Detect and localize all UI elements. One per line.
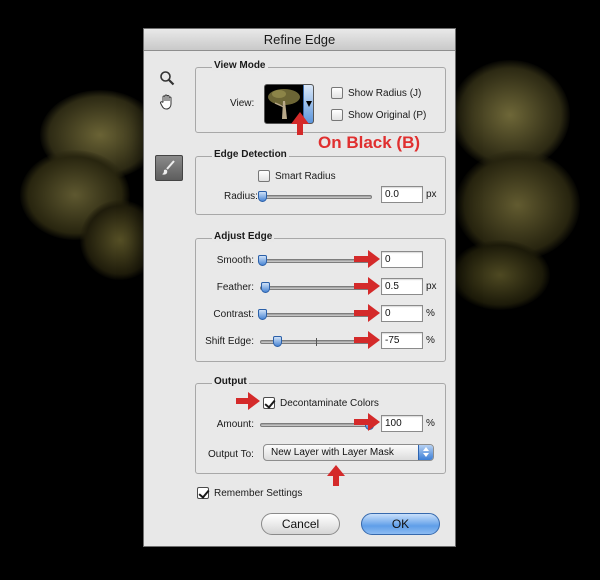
shift-edge-slider[interactable] [260, 336, 372, 347]
contrast-slider[interactable] [258, 309, 372, 320]
output-to-value: New Layer with Layer Mask [271, 447, 394, 458]
shift-edge-slider-handle[interactable] [273, 336, 282, 347]
feather-unit: px [426, 281, 437, 292]
smooth-slider-handle[interactable] [258, 255, 267, 266]
contrast-slider-handle[interactable] [258, 309, 267, 320]
amount-unit: % [426, 418, 435, 429]
tree-thumbnail-icon [268, 89, 300, 119]
on-black-annotation: On Black (B) [318, 133, 421, 152]
show-radius-checkbox[interactable] [331, 87, 343, 99]
preview-dropdown-arrow[interactable] [303, 85, 313, 123]
show-radius-label: Show Radius (J) [348, 88, 422, 99]
magnifier-icon[interactable] [156, 67, 178, 89]
smooth-field[interactable]: 0 [381, 251, 423, 268]
hand-icon[interactable] [156, 91, 178, 113]
ok-button[interactable]: OK [361, 513, 440, 535]
radius-slider-handle[interactable] [258, 191, 267, 202]
output-to-select[interactable]: New Layer with Layer Mask [263, 444, 434, 461]
edge-detection-legend: Edge Detection [212, 149, 289, 160]
shift-edge-label: Shift Edge: [205, 336, 254, 347]
view-mode-group: View Mode View: Show Radius (J) Show Ori… [195, 60, 446, 133]
adjust-edge-legend: Adjust Edge [212, 231, 275, 242]
remember-settings-label: Remember Settings [214, 488, 303, 499]
shift-edge-field[interactable]: -75 [381, 332, 423, 349]
refine-radius-brush-icon[interactable] [155, 155, 183, 181]
feather-slider-handle[interactable] [261, 282, 270, 293]
shift-edge-unit: % [426, 335, 435, 346]
show-original-label: Show Original (P) [348, 110, 427, 121]
output-group: Output Decontaminate Colors Amount: 100 … [195, 376, 446, 474]
dialog-title: Refine Edge [144, 29, 455, 51]
output-legend: Output [212, 376, 249, 387]
cancel-button[interactable]: Cancel [261, 513, 340, 535]
amount-slider-handle[interactable] [365, 419, 374, 430]
smooth-slider[interactable] [258, 255, 372, 266]
feather-slider[interactable] [260, 282, 372, 293]
edge-detection-group: Edge Detection Smart Radius Radius: 0.0 … [195, 149, 446, 215]
output-to-label: Output To: [208, 449, 254, 460]
show-original-checkbox[interactable] [331, 109, 343, 121]
smart-radius-label: Smart Radius [275, 171, 336, 182]
decontaminate-colors-checkbox[interactable] [263, 397, 275, 409]
radius-field[interactable]: 0.0 [381, 186, 423, 203]
remember-settings-checkbox[interactable] [197, 487, 209, 499]
view-mode-legend: View Mode [212, 60, 268, 71]
feather-field[interactable]: 0.5 [381, 278, 423, 295]
smart-radius-checkbox[interactable] [258, 170, 270, 182]
decontaminate-colors-label: Decontaminate Colors [280, 398, 379, 409]
contrast-field[interactable]: 0 [381, 305, 423, 322]
refine-edge-dialog: Refine Edge View Mode View: Show Radius … [143, 28, 456, 547]
amount-label: Amount: [216, 419, 254, 430]
contrast-unit: % [426, 308, 435, 319]
view-label: View: [230, 98, 255, 109]
feather-label: Feather: [216, 282, 254, 293]
amount-slider[interactable] [260, 419, 374, 430]
radius-unit: px [426, 189, 437, 200]
adjust-edge-group: Adjust Edge Smooth: 0 Feather: 0.5 px Co… [195, 231, 446, 362]
radius-slider[interactable] [258, 191, 372, 202]
contrast-label: Contrast: [213, 309, 254, 320]
smooth-label: Smooth: [216, 255, 254, 266]
shift-edge-center-tick [316, 338, 317, 346]
select-arrows-icon [418, 445, 433, 460]
view-mode-preview-dropdown[interactable] [264, 84, 314, 124]
radius-label: Radius: [224, 191, 258, 202]
amount-field[interactable]: 100 [381, 415, 423, 432]
